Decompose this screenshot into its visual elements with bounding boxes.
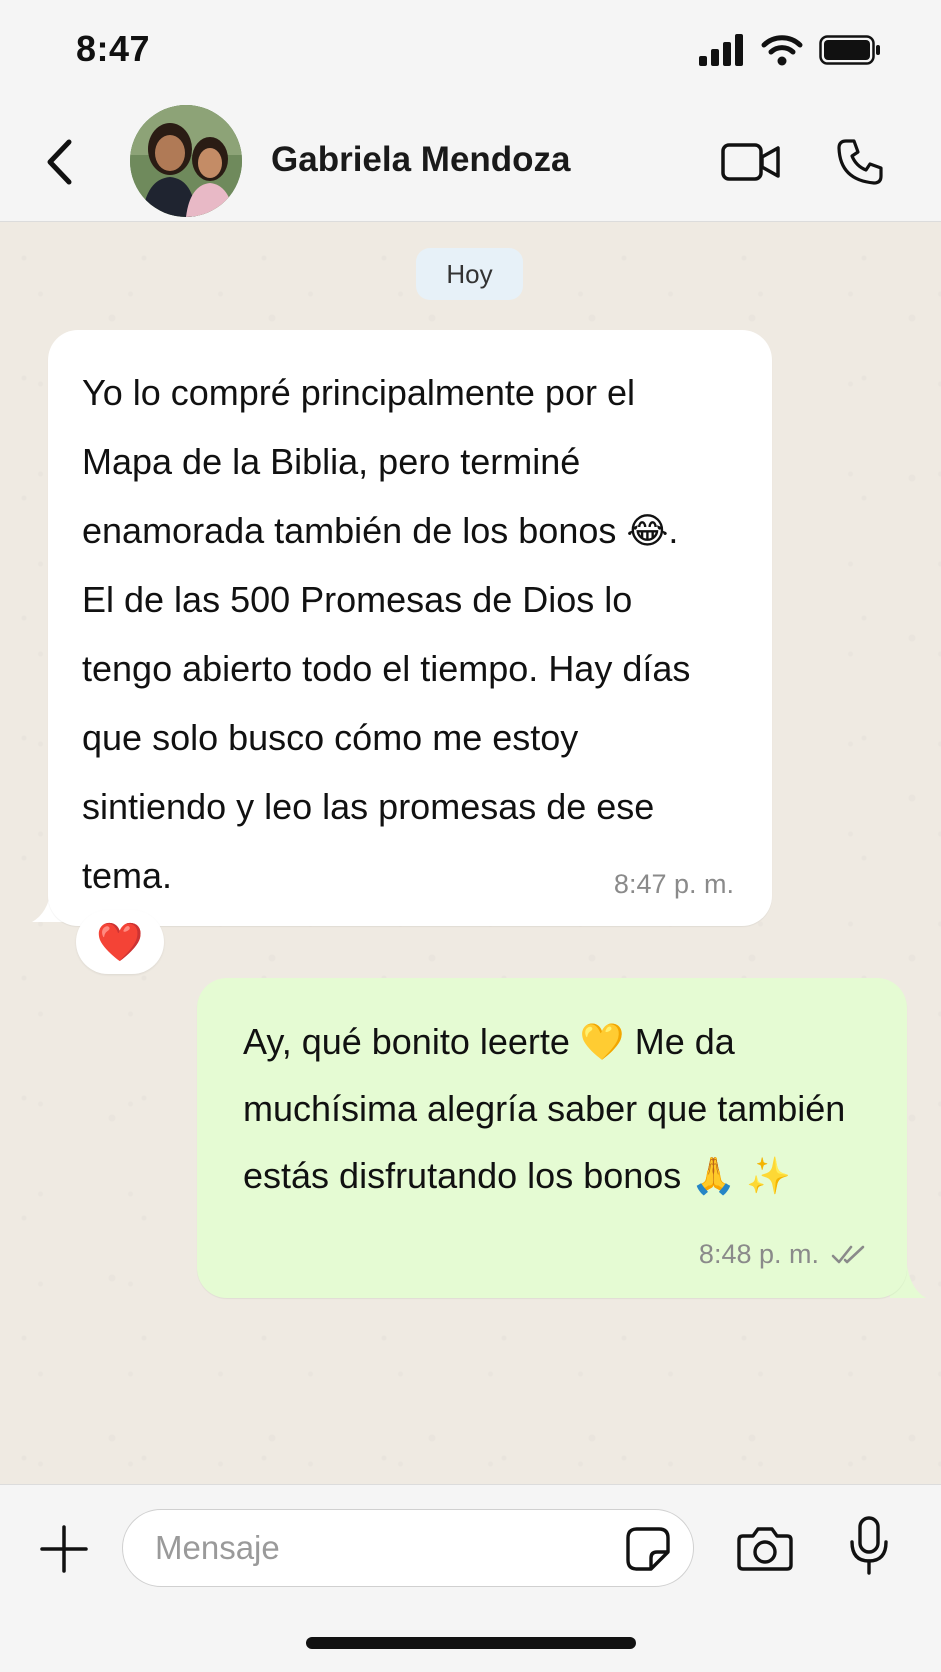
message-input-container[interactable] xyxy=(122,1509,694,1587)
sticker-icon xyxy=(626,1527,670,1571)
video-call-button[interactable] xyxy=(720,136,782,188)
incoming-message-bubble[interactable]: Yo lo compré principalmente por el Mapa … xyxy=(48,330,772,926)
outgoing-message-text: Ay, qué bonito leerte 💛 Me da muchísima … xyxy=(243,1021,846,1196)
camera-button[interactable] xyxy=(736,1521,794,1575)
microphone-icon xyxy=(850,1516,888,1575)
cellular-signal-icon xyxy=(699,34,743,66)
chat-screen: 8:47 Gabriela Mendoza Hoy Yo lo compré p… xyxy=(0,0,941,1672)
phone-icon xyxy=(837,139,883,185)
message-input-bar xyxy=(0,1484,941,1672)
back-button[interactable] xyxy=(36,132,82,192)
heart-reaction[interactable]: ❤️ xyxy=(76,910,164,974)
voice-call-button[interactable] xyxy=(832,134,888,190)
contact-name[interactable]: Gabriela Mendoza xyxy=(271,140,571,180)
sticker-button[interactable] xyxy=(623,1524,673,1574)
outgoing-message-time: 8:48 p. m. xyxy=(698,1239,819,1269)
plus-icon xyxy=(40,1525,88,1573)
wifi-icon xyxy=(761,35,803,66)
home-indicator[interactable] xyxy=(306,1637,636,1649)
battery-icon xyxy=(819,35,880,65)
status-time: 8:47 xyxy=(76,28,151,69)
reaction-emoji: ❤️ xyxy=(96,919,144,964)
camera-icon xyxy=(737,1527,793,1571)
attach-button[interactable] xyxy=(38,1523,90,1575)
chevron-left-icon xyxy=(47,139,72,185)
outgoing-message-bubble[interactable]: Ay, qué bonito leerte 💛 Me da muchísima … xyxy=(197,978,907,1298)
microphone-button[interactable] xyxy=(844,1515,894,1577)
avatar[interactable] xyxy=(130,105,242,217)
outgoing-message-meta: 8:48 p. m. xyxy=(699,1239,867,1270)
chat-area[interactable]: Hoy Yo lo compré principalmente por el M… xyxy=(0,222,941,1484)
incoming-message-time: 8:47 p. m. xyxy=(613,869,734,899)
video-camera-icon xyxy=(721,143,780,181)
double-check-read-icon xyxy=(831,1245,865,1263)
status-icons xyxy=(699,30,881,70)
status-bar: 8:47 xyxy=(0,0,941,100)
message-input[interactable] xyxy=(155,1510,595,1586)
chat-header: Gabriela Mendoza xyxy=(0,100,941,222)
contact-photo xyxy=(130,105,242,217)
incoming-message-text: Yo lo compré principalmente por el Mapa … xyxy=(82,372,691,896)
date-chip: Hoy xyxy=(416,248,523,300)
